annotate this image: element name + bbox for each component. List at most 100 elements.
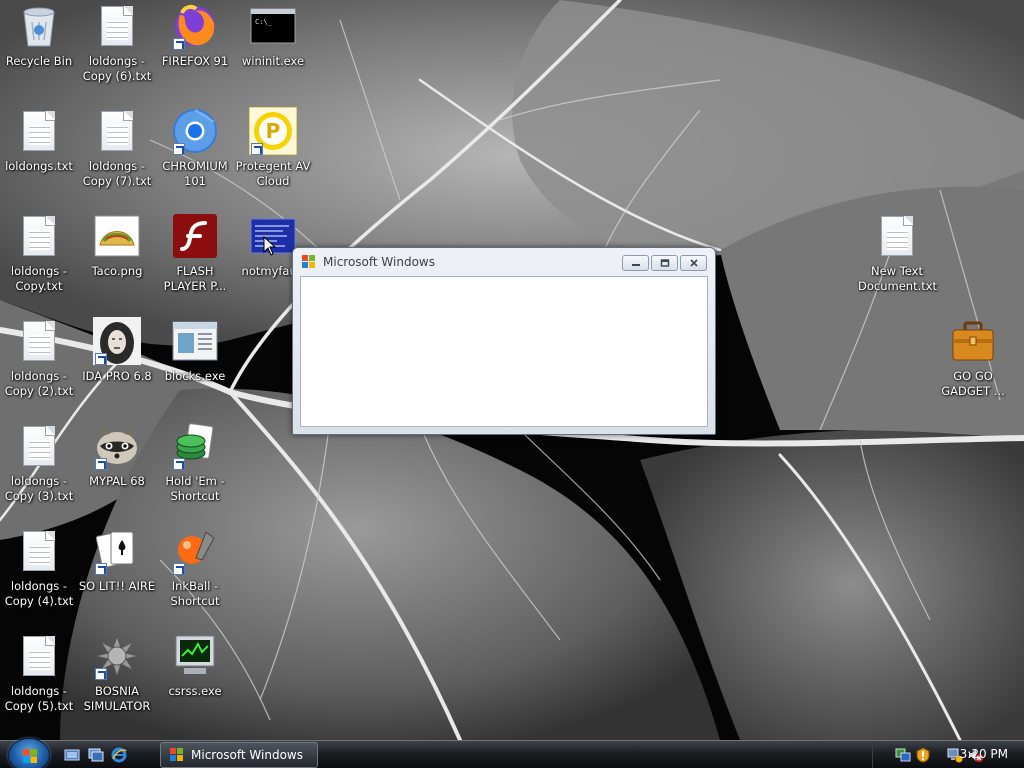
desktop-icon-label: Recycle Bin [5,54,73,68]
desktop-icon-label: loldongs - Copy (6).txt [82,54,152,83]
desktop-icon-label: IDA PRO 6.8 [82,369,152,383]
shortcut-arrow-icon [95,563,107,575]
microsoft-windows-dialog[interactable]: Microsoft Windows [292,247,716,435]
desktop-icon-label: Hold 'Em - Shortcut [165,474,225,503]
desktop-icon-loldongs-txt[interactable]: loldongs.txt [0,107,78,207]
desktop-icon-wininit-exe[interactable]: C:\_ wininit.exe [234,2,312,102]
desktop-icon-label: loldongs - Copy.txt [10,264,68,293]
desktop-icon-hold-em-shortcut[interactable]: Hold 'Em - Shortcut [156,422,234,522]
windows-flag-icon [301,254,317,270]
desktop-icon-label: loldongs - Copy (5).txt [4,684,74,713]
protegent-shield-icon: P [249,107,297,155]
desktop-icon-ida-pro[interactable]: IDA PRO 6.8 [78,317,156,417]
text-file-icon [15,632,63,680]
minimize-icon [631,264,640,266]
restore-button[interactable] [651,255,678,271]
text-file-icon [15,422,63,470]
desktop-icon-loldongs-copy-6[interactable]: loldongs - Copy (6).txt [78,2,156,102]
desktop-icon-label: New Text Document.txt [858,264,938,293]
desktop-icon-label: CHROMIUM 101 [162,159,228,188]
taskbar-button-microsoft-windows[interactable]: Microsoft Windows [160,742,318,768]
chromium-icon [171,107,219,155]
shortcut-arrow-icon [173,143,185,155]
desktop-icon-label: blocks.exe [164,369,226,383]
internet-explorer-icon[interactable] [111,747,127,763]
system-clock[interactable]: 3:20 PM [960,747,1008,761]
desktop-icon-flash-player[interactable]: FLASH PLAYER P... [156,212,234,312]
system-tray: 3:20 PM [872,741,1024,768]
desktop-icon-label: wininit.exe [241,54,305,68]
desktop-icon-label: SO LIT!! AIRE [78,579,156,593]
desktop-icon-label: BOSNIA SIMULATOR [83,684,151,713]
switch-windows-icon[interactable] [88,747,104,763]
desktop-icon-loldongs-copy-3[interactable]: loldongs - Copy (3).txt [0,422,78,522]
shortcut-arrow-icon [95,668,107,680]
desktop-icon-loldongs-copy-5[interactable]: loldongs - Copy (5).txt [0,632,78,732]
ida-pro-icon [93,317,141,365]
desktop-icon-loldongs-copy-7[interactable]: loldongs - Copy (7).txt [78,107,156,207]
desktop-icon-bosnia-simulator[interactable]: BOSNIA SIMULATOR [78,632,156,732]
desktop-icon-label: GO GO GADGET ... [941,369,1005,398]
flash-player-icon [171,212,219,260]
desktop-icon-label: FLASH PLAYER P... [163,264,227,293]
desktop-icon-inkball-shortcut[interactable]: InkBall - Shortcut [156,527,234,627]
close-button[interactable] [680,255,707,271]
desktop-icon-loldongs-copy-2[interactable]: loldongs - Copy (2).txt [0,317,78,417]
mouse-cursor-icon [263,236,277,256]
desktop-icon-taco-png[interactable]: Taco.png [78,212,156,312]
mypal-raccoon-icon [93,422,141,470]
desktop-icon-mypal-68[interactable]: MYPAL 68 [78,422,156,522]
text-file-icon [15,527,63,575]
poker-chips-icon [171,422,219,470]
desktop-icon-blocks-exe[interactable]: blocks.exe [156,317,234,417]
text-file-icon [15,212,63,260]
shortcut-arrow-icon [173,458,185,470]
security-alert-icon[interactable] [915,747,931,763]
briefcase-icon [949,317,997,365]
shortcut-arrow-icon [251,143,263,155]
desktop-icon-recycle-bin[interactable]: Recycle Bin [0,2,78,102]
desktop-icon-label: loldongs - Copy (4).txt [4,579,74,608]
desktop-icon-label: loldongs.txt [5,159,73,173]
desktop-icon-loldongs-copy[interactable]: loldongs - Copy.txt [0,212,78,312]
desktop-icon-csrss-exe[interactable]: csrss.exe [156,632,234,732]
inkball-icon [171,527,219,575]
solitaire-cards-icon [93,527,141,575]
desktop-icon-label: FIREFOX 91 [161,54,229,68]
show-desktop-icon[interactable] [64,747,80,763]
desktop-icon-chromium-101[interactable]: CHROMIUM 101 [156,107,234,207]
desktop-icon-label: loldongs - Copy (2).txt [4,369,74,398]
console-window-icon: C:\_ [249,2,297,50]
recycle-bin-icon [15,2,63,50]
window-title: Microsoft Windows [323,255,435,269]
desktop-icon-label: MYPAL 68 [89,474,145,488]
text-file-icon [93,2,141,50]
desktop-icon-go-go-gadget[interactable]: GO GO GADGET ... [934,317,1012,417]
task-manager-monitor-icon [171,632,219,680]
application-window-icon [171,317,219,365]
shortcut-arrow-icon [95,458,107,470]
text-file-icon [873,212,921,260]
window-titlebar[interactable]: Microsoft Windows [293,248,715,276]
desktop-icon-firefox-91[interactable]: FIREFOX 91 [156,2,234,102]
shortcut-arrow-icon [173,563,185,575]
start-button[interactable] [8,738,50,768]
network-icon[interactable] [895,747,911,763]
spiky-mine-icon [93,632,141,680]
windows-flag-icon [169,747,185,763]
minimize-button[interactable] [622,255,649,271]
desktop-icon-loldongs-copy-4[interactable]: loldongs - Copy (4).txt [0,527,78,627]
taskbar: Microsoft Windows 3:20 PM [0,738,1024,768]
desktop-icon-so-lit-aire[interactable]: SO LIT!! AIRE [78,527,156,627]
desktop-icon-new-text-document[interactable]: New Text Document.txt [858,212,938,312]
desktop-icon-label: InkBall - Shortcut [170,579,220,608]
text-file-icon [93,107,141,155]
window-client-area [300,276,708,427]
desktop-icon-label: Protegent AV Cloud [235,159,311,188]
taskbar-button-label: Microsoft Windows [191,748,303,762]
desktop-icon-protegent-av-cloud[interactable]: P Protegent AV Cloud [234,107,312,207]
firefox-icon [171,2,219,50]
svg-text:P: P [266,119,281,143]
shortcut-arrow-icon [173,38,185,50]
restore-icon [660,259,669,267]
